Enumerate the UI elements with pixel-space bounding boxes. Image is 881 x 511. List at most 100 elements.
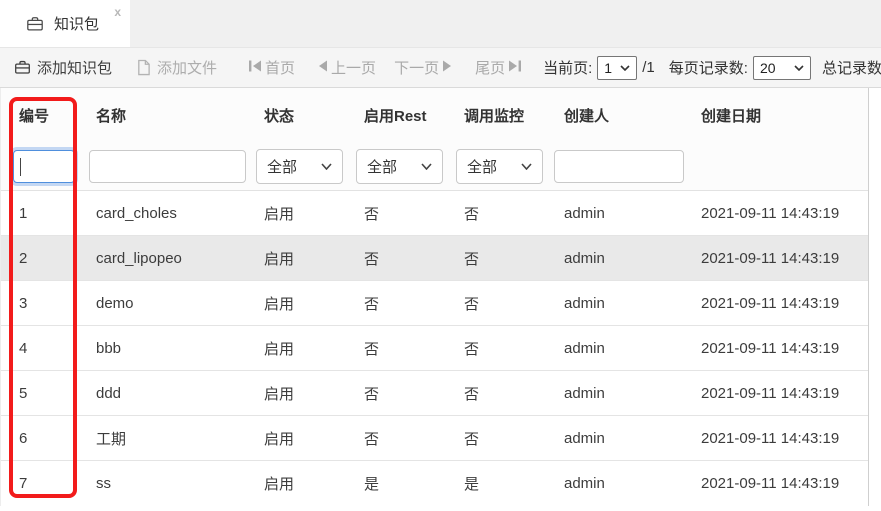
tab-title: 知识包 [54, 13, 99, 34]
cell-created: 2021-09-11 14:43:19 [683, 295, 868, 312]
cell-rest: 否 [346, 338, 446, 359]
filter-rest-value: 全部 [367, 156, 397, 177]
cell-status: 启用 [246, 473, 346, 494]
cell-status: 启用 [246, 203, 346, 224]
next-page-label: 下一页 [394, 57, 439, 78]
briefcase-icon [14, 59, 31, 76]
col-header-creator: 创建人 [546, 105, 683, 126]
cell-rest: 是 [346, 473, 446, 494]
col-header-status: 状态 [246, 105, 346, 126]
cell-created: 2021-09-11 14:43:19 [683, 475, 868, 492]
table-row[interactable]: 1 card_choles 启用 否 否 admin 2021-09-11 14… [1, 191, 868, 236]
briefcase-icon [26, 15, 44, 33]
cell-created: 2021-09-11 14:43:19 [683, 385, 868, 402]
filter-rest-select[interactable]: 全部 [356, 149, 443, 184]
filter-monitor-select[interactable]: 全部 [456, 149, 543, 184]
add-file-label: 添加文件 [157, 57, 217, 78]
cell-id: 3 [1, 295, 78, 312]
chevron-down-icon [321, 163, 332, 170]
add-package-button[interactable]: 添加知识包 [14, 57, 112, 78]
filter-id-input[interactable] [13, 150, 75, 183]
cell-id: 4 [1, 340, 78, 357]
col-header-rest: 启用Rest [346, 105, 446, 126]
file-icon [136, 59, 151, 76]
current-page-label: 当前页: [543, 57, 592, 78]
cell-monitor: 否 [446, 293, 546, 314]
page-total-suffix: /1 [642, 59, 655, 76]
toolbar: 添加知识包 添加文件 首页 [0, 48, 881, 88]
app-window: 知识包 x 添加知识包 添加文件 [0, 0, 881, 511]
cell-monitor: 否 [446, 383, 546, 404]
cell-name: ss [78, 475, 246, 492]
cell-created: 2021-09-11 14:43:19 [683, 250, 868, 267]
prev-page-button[interactable]: 上一页 [313, 57, 376, 78]
cell-status: 启用 [246, 383, 346, 404]
chevron-down-icon [421, 163, 432, 170]
cell-id: 5 [1, 385, 78, 402]
table-row[interactable]: 2 card_lipopeo 启用 否 否 admin 2021-09-11 1… [1, 236, 868, 281]
knowledge-package-table: 编号 名称 状态 启用Rest 调用监控 创建人 创建日期 全部 [0, 88, 869, 506]
cell-rest: 否 [346, 383, 446, 404]
cell-status: 启用 [246, 338, 346, 359]
chevron-down-icon [620, 65, 630, 71]
filter-name-input[interactable] [89, 150, 246, 183]
page-size-value: 20 [760, 60, 776, 76]
first-page-button[interactable]: 首页 [245, 57, 295, 78]
cell-monitor: 否 [446, 338, 546, 359]
next-page-icon [439, 59, 457, 76]
cell-name: 工期 [78, 428, 246, 449]
cell-rest: 否 [346, 428, 446, 449]
tab-bar: 知识包 x [0, 0, 881, 48]
table-row[interactable]: 5 ddd 启用 否 否 admin 2021-09-11 14:43:19 [1, 371, 868, 416]
current-page-value: 1 [604, 60, 612, 76]
cell-creator: admin [546, 475, 683, 492]
cell-name: card_choles [78, 205, 246, 222]
tab-close-icon[interactable]: x [114, 5, 121, 19]
col-header-name: 名称 [78, 105, 246, 126]
table-row[interactable]: 6 工期 启用 否 否 admin 2021-09-11 14:43:19 [1, 416, 868, 461]
first-page-icon [245, 59, 265, 76]
col-header-created: 创建日期 [683, 105, 868, 126]
filter-status-value: 全部 [267, 156, 297, 177]
cell-id: 1 [1, 205, 78, 222]
cell-created: 2021-09-11 14:43:19 [683, 430, 868, 447]
current-page-select[interactable]: 1 [597, 56, 637, 80]
last-page-button[interactable]: 尾页 [475, 57, 525, 78]
cell-rest: 否 [346, 203, 446, 224]
cell-monitor: 否 [446, 248, 546, 269]
cell-rest: 否 [346, 293, 446, 314]
cell-creator: admin [546, 205, 683, 222]
filter-monitor-value: 全部 [467, 156, 497, 177]
cell-creator: admin [546, 295, 683, 312]
add-file-button[interactable]: 添加文件 [136, 57, 217, 78]
cell-name: bbb [78, 340, 246, 357]
cell-id: 6 [1, 430, 78, 447]
table-header-row: 编号 名称 状态 启用Rest 调用监控 创建人 创建日期 [1, 88, 868, 143]
last-page-label: 尾页 [475, 57, 505, 78]
chevron-down-icon [521, 163, 532, 170]
table-filter-row: 全部 全部 全部 [1, 143, 868, 191]
prev-page-icon [313, 59, 331, 76]
table-body: 1 card_choles 启用 否 否 admin 2021-09-11 14… [1, 191, 868, 506]
table-row[interactable]: 7 ss 启用 是 是 admin 2021-09-11 14:43:19 [1, 461, 868, 506]
table-row[interactable]: 4 bbb 启用 否 否 admin 2021-09-11 14:43:19 [1, 326, 868, 371]
page-size-select[interactable]: 20 [753, 56, 811, 80]
cell-creator: admin [546, 250, 683, 267]
col-header-monitor: 调用监控 [446, 105, 546, 126]
cell-creator: admin [546, 340, 683, 357]
first-page-label: 首页 [265, 57, 295, 78]
cell-monitor: 否 [446, 428, 546, 449]
total-records-label: 总记录数 [822, 57, 881, 78]
chevron-down-icon [794, 65, 804, 71]
cell-id: 7 [1, 475, 78, 492]
tab-knowledge-package[interactable]: 知识包 x [0, 0, 130, 47]
prev-page-label: 上一页 [331, 57, 376, 78]
cell-monitor: 否 [446, 203, 546, 224]
filter-status-select[interactable]: 全部 [256, 149, 343, 184]
table-row[interactable]: 3 demo 启用 否 否 admin 2021-09-11 14:43:19 [1, 281, 868, 326]
filter-creator-input[interactable] [554, 150, 684, 183]
cell-id: 2 [1, 250, 78, 267]
next-page-button[interactable]: 下一页 [394, 57, 457, 78]
add-package-label: 添加知识包 [37, 57, 112, 78]
last-page-icon [505, 59, 525, 76]
